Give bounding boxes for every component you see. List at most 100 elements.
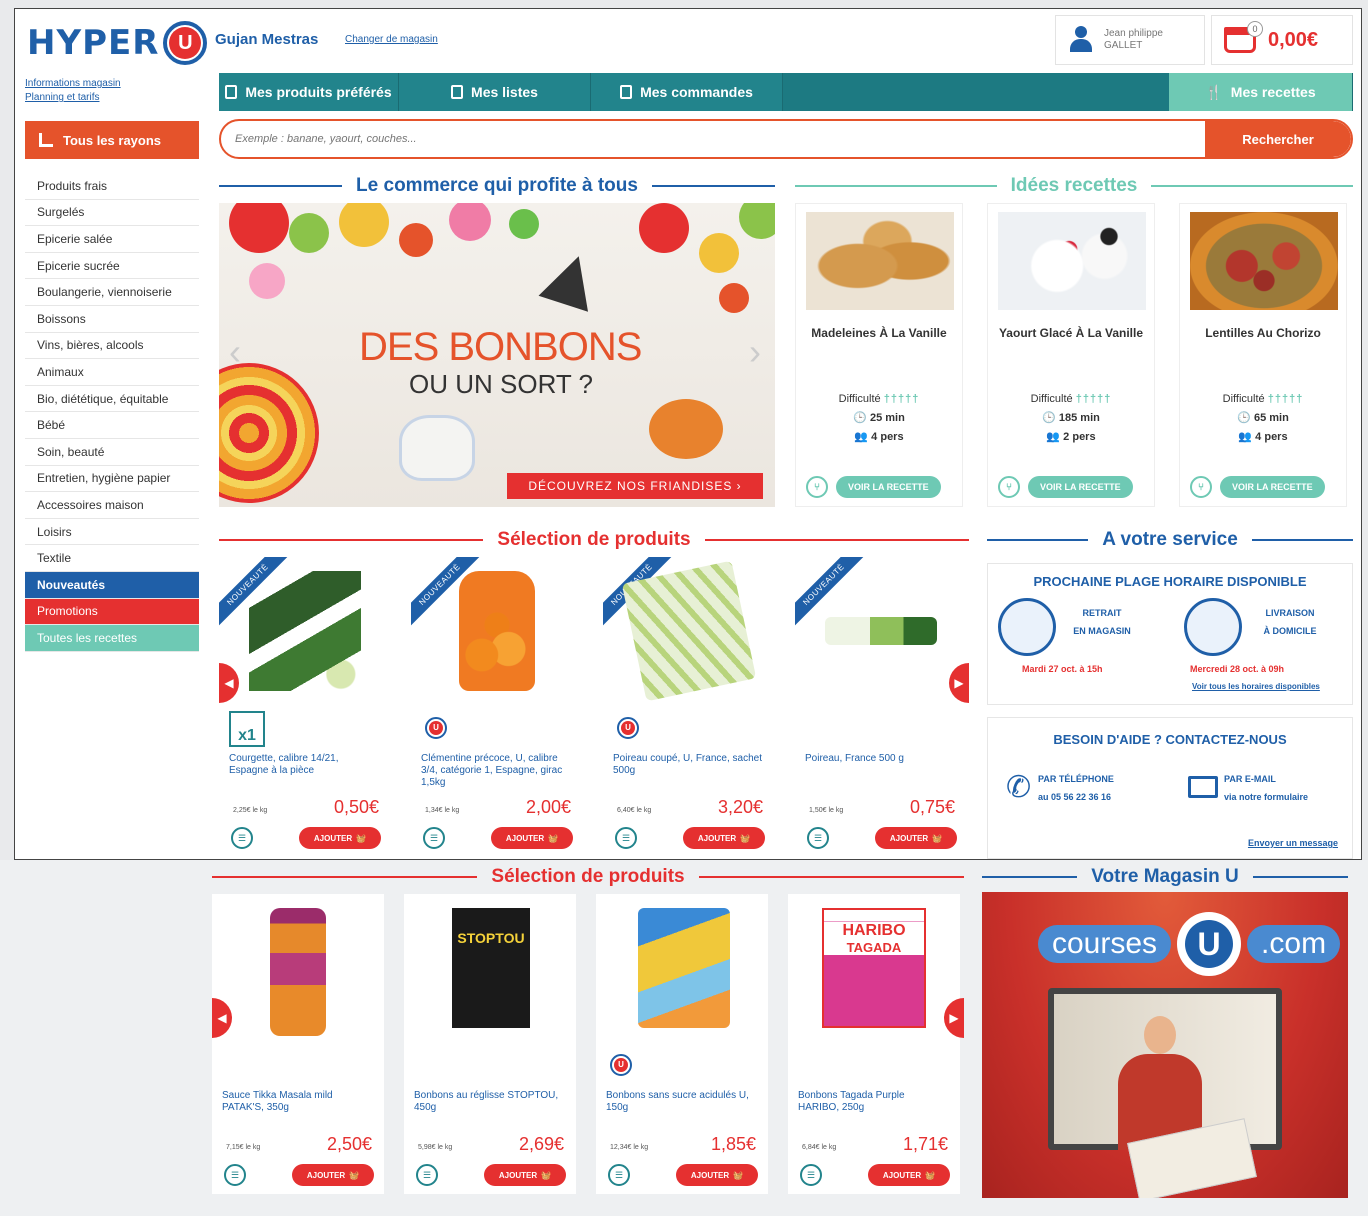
add-to-cart-button[interactable]: AJOUTER 🧺: [676, 1164, 758, 1186]
store-info-link[interactable]: Informations magasin: [25, 77, 121, 91]
user-account[interactable]: Jean philippe GALLET: [1055, 15, 1205, 65]
recipe-card[interactable]: Madeleines À La Vanille Difficulté †††††…: [795, 203, 963, 507]
tab-my-lists[interactable]: Mes listes: [399, 73, 591, 111]
email-contact[interactable]: PAR E-MAIL via notre formulaire: [1224, 770, 1308, 806]
receipt-icon: [620, 85, 633, 99]
recipe-card[interactable]: Lentilles Au Chorizo Difficulté ††††† 🕒 …: [1179, 203, 1347, 507]
section-title-product-selection-2: Sélection de produits: [212, 866, 965, 888]
add-to-list-icon[interactable]: ☰: [608, 1164, 630, 1186]
tab-my-recipes[interactable]: 🍴 Mes recettes: [1169, 73, 1353, 111]
add-to-cart-button[interactable]: AJOUTER 🧺: [484, 1164, 566, 1186]
recipe-card[interactable]: Yaourt Glacé À La Vanille Difficulté †††…: [987, 203, 1155, 507]
sidebar-item-cleaning[interactable]: Entretien, hygiène papier: [25, 465, 199, 493]
hyper-u-logo[interactable]: HYPER U: [27, 21, 208, 65]
product-card[interactable]: HARIBO TAGADA Bonbons Tagada Purple HARI…: [788, 894, 960, 1194]
stoptou-pack-image: STOPTOU: [452, 908, 530, 1028]
sidebar-item-all-recipes[interactable]: Toutes les recettes: [25, 625, 199, 652]
product-card[interactable]: NOUVEAUTÉ Poireau, France 500 g 1,50€ le…: [795, 557, 967, 857]
difficulty-rating: †††††: [883, 393, 920, 405]
section-label: Sélection de produits: [497, 529, 691, 550]
sidebar-item-frozen[interactable]: Surgelés: [25, 199, 199, 227]
sidebar-item-savory-grocery[interactable]: Epicerie salée: [25, 226, 199, 253]
product-card[interactable]: NOUVEAUTÉ U Poireau coupé, U, France, sa…: [603, 557, 775, 857]
product-name[interactable]: Courgette, calibre 14/21, Espagne à la p…: [229, 753, 379, 777]
sidebar-item-new[interactable]: Nouveautés: [25, 571, 199, 599]
sidebar-item-bakery[interactable]: Boulangerie, viennoiserie: [25, 279, 199, 306]
add-to-cart-button[interactable]: AJOUTER 🧺: [868, 1164, 950, 1186]
courses-u-ad[interactable]: courses U .com: [982, 892, 1348, 1198]
product-card[interactable]: Sauce Tikka Masala mild PATAK'S, 350g 7,…: [212, 894, 384, 1194]
sidebar-item-promotions[interactable]: Promotions: [25, 598, 199, 626]
product-name[interactable]: Bonbons Tagada Purple HARIBO, 250g: [798, 1090, 948, 1114]
sidebar-item-fresh[interactable]: Produits frais: [25, 173, 199, 200]
tab-my-orders[interactable]: Mes commandes: [591, 73, 783, 111]
add-to-list-icon[interactable]: ☰: [224, 1164, 246, 1186]
clipboard-icon: [451, 85, 464, 99]
view-recipe-button[interactable]: VOIR LA RECETTE: [1028, 476, 1133, 498]
email-icon: [1188, 776, 1218, 798]
add-label: AJOUTER: [690, 1170, 730, 1180]
all-slots-link[interactable]: Voir tous les horaires disponibles: [1192, 682, 1320, 691]
store-name: Gujan Mestras: [215, 31, 319, 48]
fork-knife-icon[interactable]: ⑂: [806, 476, 828, 498]
add-to-list-icon[interactable]: ☰: [416, 1164, 438, 1186]
discover-treats-button[interactable]: DÉCOUVREZ NOS FRIANDISES ›: [507, 473, 763, 499]
sidebar-item-wines[interactable]: Vins, bières, alcools: [25, 332, 199, 360]
product-name[interactable]: Clémentine précoce, U, calibre 3/4, caté…: [421, 753, 571, 789]
search-input[interactable]: [221, 133, 1205, 145]
difficulty-label: Difficulté: [1222, 393, 1265, 405]
product-name[interactable]: Poireau coupé, U, France, sachet 500g: [613, 753, 763, 777]
add-to-cart-button[interactable]: AJOUTER 🧺: [299, 827, 381, 849]
schedule-pricing-link[interactable]: Planning et tarifs: [25, 91, 121, 105]
banner-prev-arrow-icon[interactable]: ‹: [229, 331, 241, 373]
sidebar-item-drinks[interactable]: Boissons: [25, 305, 199, 333]
add-to-cart-button[interactable]: AJOUTER 🧺: [875, 827, 957, 849]
banner-next-arrow-icon[interactable]: ›: [749, 331, 761, 373]
cart-button[interactable]: 0 0,00€: [1211, 15, 1353, 65]
sidebar-item-animals[interactable]: Animaux: [25, 359, 199, 386]
phone-number: au 05 56 22 36 16: [1038, 792, 1112, 802]
add-to-list-icon[interactable]: ☰: [231, 827, 253, 849]
search-button[interactable]: Rechercher: [1205, 121, 1351, 157]
view-recipe-button[interactable]: VOIR LA RECETTE: [836, 476, 941, 498]
candy-decoration: [699, 233, 739, 273]
sidebar-item-organic[interactable]: Bio, diététique, équitable: [25, 385, 199, 413]
fork-knife-icon[interactable]: ⑂: [1190, 476, 1212, 498]
send-message-link[interactable]: Envoyer un message: [1248, 838, 1338, 848]
halloween-banner[interactable]: ‹ › DES BONBONS OU UN SORT ? DÉCOUVREZ N…: [219, 203, 775, 507]
sidebar-item-textile[interactable]: Textile: [25, 545, 199, 572]
store-pickup-icon: [998, 598, 1056, 656]
next-slot-panel: PROCHAINE PLAGE HORAIRE DISPONIBLE RETRA…: [987, 563, 1353, 705]
sidebar-item-leisure[interactable]: Loisirs: [25, 518, 199, 546]
phone-contact[interactable]: PAR TÉLÉPHONE au 05 56 22 36 16: [1038, 770, 1114, 806]
add-to-list-icon[interactable]: ☰: [423, 827, 445, 849]
sidebar-item-beauty[interactable]: Soin, beauté: [25, 438, 199, 466]
add-to-list-icon[interactable]: ☰: [800, 1164, 822, 1186]
view-recipe-button[interactable]: VOIR LA RECETTE: [1220, 476, 1325, 498]
add-to-list-icon[interactable]: ☰: [615, 827, 637, 849]
basket-icon: 🧺: [932, 833, 943, 843]
add-to-cart-button[interactable]: AJOUTER 🧺: [491, 827, 573, 849]
servings: 👥 4 pers: [796, 428, 962, 447]
sidebar-item-baby[interactable]: Bébé: [25, 412, 199, 439]
change-store-link[interactable]: Changer de magasin: [345, 34, 438, 45]
prep-time: 🕒 25 min: [796, 409, 962, 428]
tab-favorite-products[interactable]: Mes produits préférés: [219, 73, 399, 111]
product-name[interactable]: Bonbons au réglisse STOPTOU, 450g: [414, 1090, 564, 1114]
fork-knife-icon[interactable]: ⑂: [998, 476, 1020, 498]
product-card[interactable]: NOUVEAUTÉ x1 Courgette, calibre 14/21, E…: [219, 557, 391, 857]
product-name[interactable]: Bonbons sans sucre acidulés U, 150g: [606, 1090, 756, 1114]
add-to-cart-button[interactable]: AJOUTER 🧺: [683, 827, 765, 849]
add-to-list-icon[interactable]: ☰: [807, 827, 829, 849]
sidebar-item-home-accessories[interactable]: Accessoires maison: [25, 492, 199, 519]
add-label: AJOUTER: [498, 1170, 538, 1180]
product-card[interactable]: STOPTOU Bonbons au réglisse STOPTOU, 450…: [404, 894, 576, 1194]
price-per-kg: 2,25€ le kg: [233, 807, 268, 814]
product-name[interactable]: Sauce Tikka Masala mild PATAK'S, 350g: [222, 1090, 372, 1114]
sidebar-item-sweet-grocery[interactable]: Epicerie sucrée: [25, 252, 199, 280]
product-card[interactable]: U Bonbons sans sucre acidulés U, 150g 12…: [596, 894, 768, 1194]
product-name[interactable]: Poireau, France 500 g: [805, 753, 955, 765]
product-card[interactable]: NOUVEAUTÉ U Clémentine précoce, U, calib…: [411, 557, 583, 857]
add-to-cart-button[interactable]: AJOUTER 🧺: [292, 1164, 374, 1186]
all-departments-button[interactable]: Tous les rayons: [25, 121, 199, 159]
